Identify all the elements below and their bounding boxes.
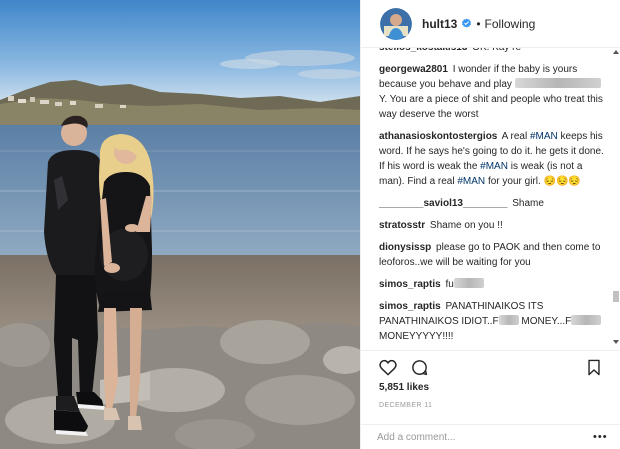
comment-username[interactable]: stratosstr: [379, 220, 425, 231]
comment-item: simos_raptis fu: [379, 277, 607, 292]
header-separator: •: [476, 16, 481, 31]
post-actions: [361, 350, 620, 382]
scrollbar-thumb[interactable]: [613, 291, 619, 302]
heart-icon[interactable]: [379, 359, 397, 376]
hashtag-link[interactable]: #MAN: [457, 176, 485, 187]
comment-item: simos_raptis PANATHINAIKOS ITS PANATHINA…: [379, 299, 607, 344]
comment-username[interactable]: stelios_kostakis13: [379, 48, 467, 53]
post-header: hult13 • Following: [361, 0, 620, 48]
scroll-down-arrow-icon[interactable]: [613, 340, 619, 344]
more-options-icon[interactable]: •••: [593, 431, 608, 443]
comment-item: athanasioskontostergios A real #MAN keep…: [379, 129, 607, 189]
comment-text: MONEY...F: [518, 316, 572, 327]
comment-username[interactable]: ________saviol13________: [379, 198, 507, 209]
comment-text: Shame on you !!: [429, 220, 503, 231]
comment-item: dionysissp please go to PAOK and then co…: [379, 240, 607, 270]
comment-item: georgewa2801 I wonder if the baby is you…: [379, 62, 607, 122]
censored-text-block: [453, 278, 484, 288]
hashtag-link[interactable]: #MAN: [530, 131, 558, 142]
following-button[interactable]: Following: [485, 17, 536, 31]
comment-item: stelios_kostakis13 OK. Kay re: [379, 48, 607, 55]
comment-text: fu: [445, 279, 454, 290]
comment-username[interactable]: georgewa2801: [379, 64, 448, 75]
post-date[interactable]: DECEMBER 11: [379, 402, 432, 409]
comment-item: stratosstr Shame on you !!: [379, 218, 607, 233]
avatar[interactable]: [380, 7, 412, 40]
comment-bubble-icon[interactable]: [411, 359, 428, 376]
comments-scrollbar[interactable]: [613, 48, 619, 350]
comment-text: OK. Kay re: [472, 48, 521, 53]
post-side-panel: hult13 • Following stelios_kostakis13 OK…: [360, 0, 620, 449]
header-username[interactable]: hult13: [422, 17, 457, 31]
likes-count[interactable]: 5,851 likes: [379, 382, 429, 393]
post-photo[interactable]: [0, 0, 360, 449]
verified-badge-icon: [462, 18, 472, 28]
photo-scene: [0, 0, 360, 449]
comment-username[interactable]: simos_raptis: [379, 279, 441, 290]
comment-text: Shame: [512, 198, 544, 209]
comment-item: ________saviol13________ Shame: [379, 196, 607, 211]
comment-username[interactable]: dionysissp: [379, 242, 431, 253]
censored-text-block: [498, 315, 519, 325]
add-comment-input[interactable]: [377, 432, 577, 443]
comment-text: Y. You are a piece of shit and people wh…: [379, 94, 603, 120]
comment-text: A real: [501, 131, 530, 142]
comments-list: stelios_kostakis13 OK. Kay re georgewa280…: [361, 48, 620, 350]
comment-username[interactable]: simos_raptis: [379, 301, 441, 312]
add-comment-bar: [361, 424, 620, 449]
comment-text: MONEYYYYY!!!!: [379, 331, 454, 342]
censored-text-block: [514, 78, 601, 88]
hashtag-link[interactable]: #MAN: [480, 161, 508, 172]
scroll-up-arrow-icon[interactable]: [613, 50, 619, 54]
bookmark-icon[interactable]: [587, 359, 601, 376]
censored-text-block: [571, 315, 602, 325]
comment-text: for your girl. 😔😔😔: [485, 176, 581, 187]
comment-username[interactable]: athanasioskontostergios: [379, 131, 497, 142]
